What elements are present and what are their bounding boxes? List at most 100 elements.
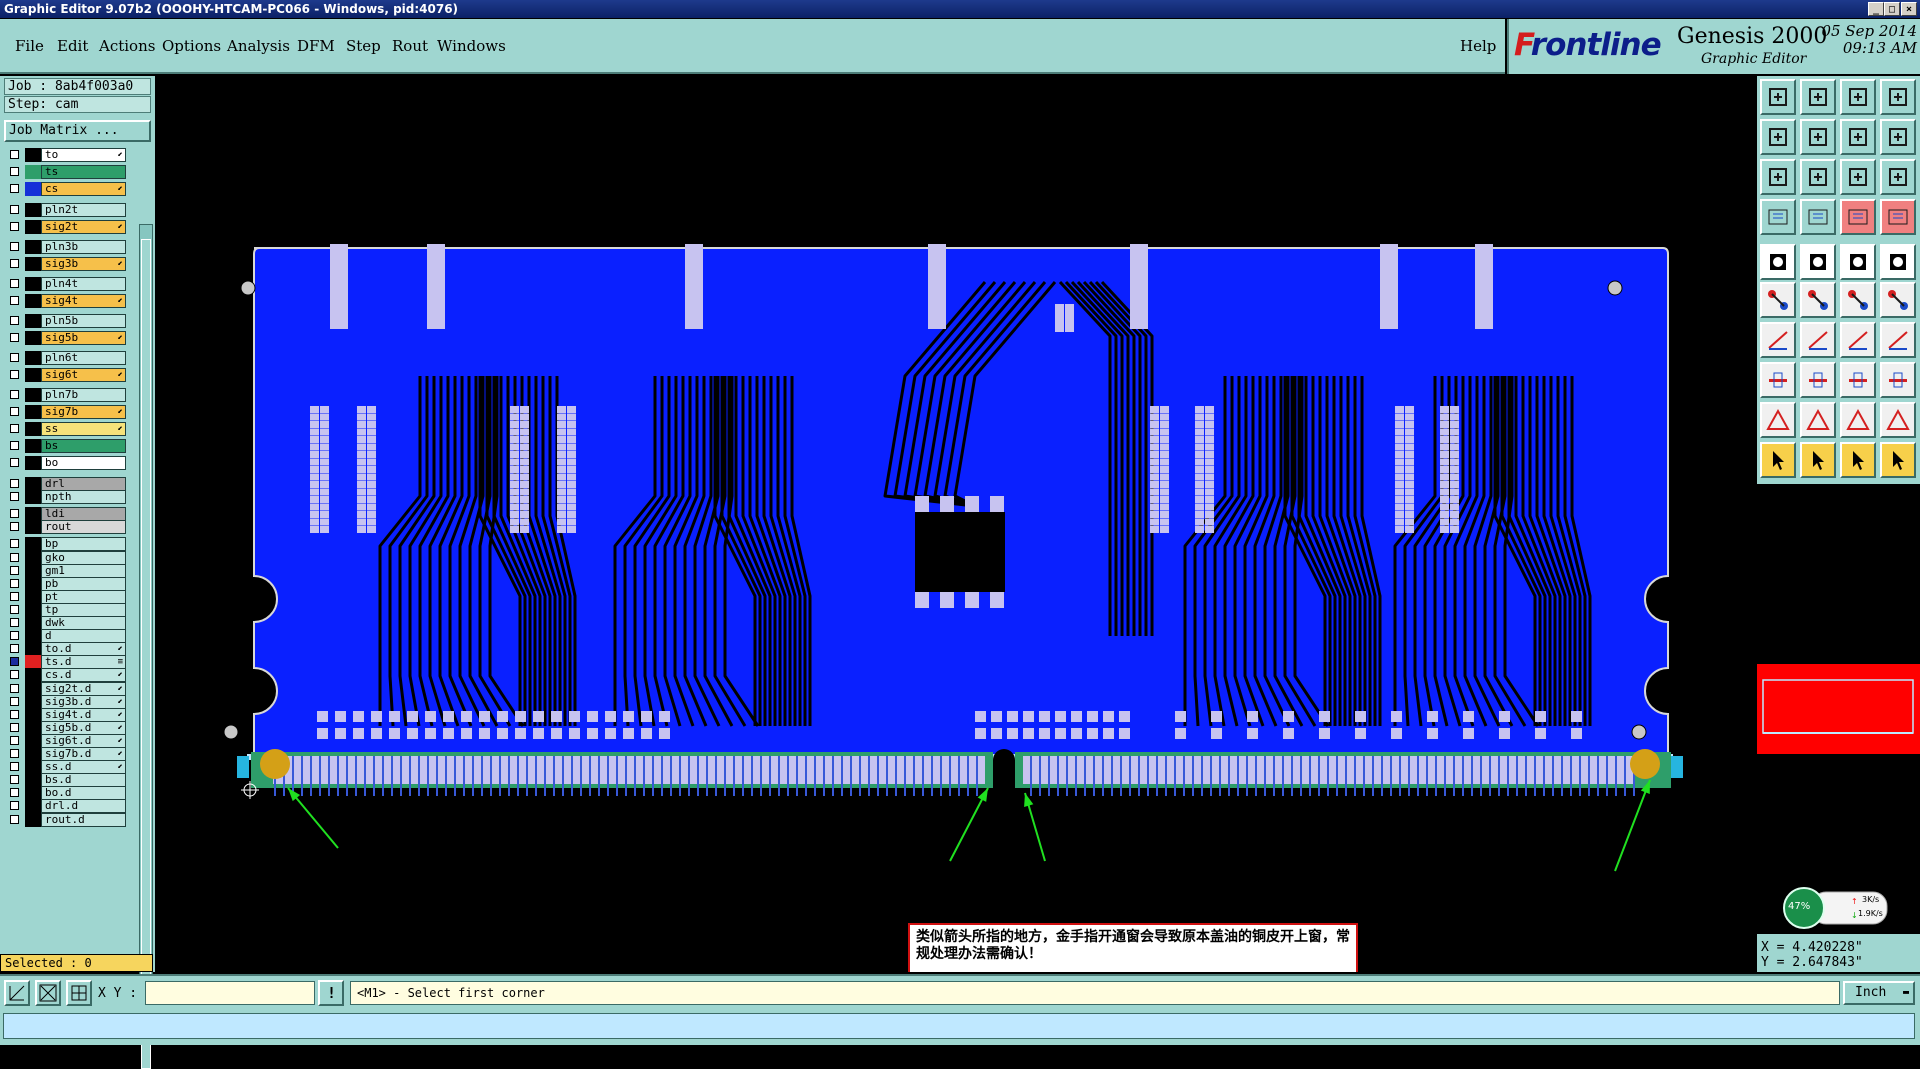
layer-color-swatch[interactable] — [25, 812, 41, 827]
layer-row[interactable]: bp — [4, 537, 128, 552]
zoom-home-button[interactable] — [1800, 159, 1836, 195]
layer-name[interactable]: drl.d — [41, 799, 126, 814]
layer-checkbox[interactable] — [10, 683, 19, 693]
minus-button[interactable] — [1800, 362, 1836, 398]
layer-name[interactable]: d — [41, 629, 126, 644]
layer-color-swatch[interactable] — [25, 422, 41, 436]
layer-split-button[interactable] — [1880, 199, 1916, 235]
mirror-button[interactable] — [1880, 322, 1916, 358]
layer-name[interactable]: ss.d ⬋ — [41, 760, 126, 775]
layer-checkbox[interactable] — [10, 539, 19, 549]
layer-row[interactable]: ss.d ⬋ — [4, 760, 128, 775]
layer-color-swatch[interactable] — [25, 576, 41, 591]
layer-name[interactable]: sig7b.d ⬋ — [41, 747, 126, 761]
layer-row[interactable]: bo — [4, 456, 128, 470]
layer-name[interactable]: sig6t.d ⬋ — [41, 733, 126, 748]
layer-name[interactable]: pb — [41, 576, 126, 591]
layer-name[interactable]: npth — [41, 490, 126, 505]
layer-checkbox[interactable] — [10, 670, 19, 680]
close-button[interactable]: × — [1901, 2, 1917, 16]
layer-checkbox[interactable] — [10, 390, 19, 399]
layer-checkbox[interactable] — [10, 279, 19, 288]
triangle-outline-button[interactable] — [1880, 402, 1916, 438]
layer-checkbox[interactable] — [10, 735, 19, 745]
layer-name[interactable]: gko — [41, 550, 126, 565]
layer-name[interactable]: cs.d ⬋ — [41, 668, 126, 683]
open-button[interactable] — [1760, 79, 1796, 115]
layer-row[interactable]: ldi — [4, 507, 128, 522]
layer-name[interactable]: to ⬋ — [41, 148, 126, 162]
layer-name[interactable]: sig5b ⬋ — [41, 331, 126, 345]
triangle-button[interactable] — [1760, 402, 1796, 438]
layer-color-swatch[interactable] — [25, 165, 41, 179]
connect-button[interactable] — [1760, 282, 1796, 318]
layer-checkbox[interactable] — [10, 522, 19, 532]
layer-checkbox[interactable] — [10, 259, 19, 268]
snap-button[interactable] — [1760, 199, 1796, 235]
layer-color-swatch[interactable] — [25, 277, 41, 291]
layer-color-swatch[interactable] — [25, 629, 41, 644]
layer-name[interactable]: drl — [41, 477, 126, 491]
layer-color-swatch[interactable] — [25, 456, 41, 470]
layer-color-swatch[interactable] — [25, 694, 41, 709]
layer-row[interactable]: sig4t ⬋ — [4, 294, 128, 308]
pan-right-button[interactable] — [1800, 119, 1836, 155]
layer-row[interactable]: bo.d — [4, 786, 128, 801]
layer-color-swatch[interactable] — [25, 773, 41, 788]
menu-step[interactable]: Step — [346, 37, 381, 55]
fit-button[interactable] — [1840, 362, 1876, 398]
layer-color-swatch[interactable] — [25, 799, 41, 814]
select-button[interactable] — [1760, 442, 1796, 478]
layer-checkbox[interactable] — [10, 788, 19, 798]
layer-checkbox[interactable] — [10, 509, 19, 519]
layer-name[interactable]: pln4t — [41, 277, 126, 291]
zoom-scale-button[interactable] — [1840, 159, 1876, 195]
layer-checkbox[interactable] — [10, 631, 19, 641]
layer-row[interactable]: pln7b — [4, 388, 128, 402]
layer-row[interactable]: to.d ⬋ — [4, 642, 128, 657]
menu-help[interactable]: Help — [1460, 37, 1496, 55]
layer-row[interactable]: sig6t ⬋ — [4, 368, 128, 382]
layer-color-swatch[interactable] — [25, 589, 41, 604]
layer-name[interactable]: bp — [41, 537, 126, 552]
units-selector[interactable]: Inch ▬ — [1843, 981, 1915, 1005]
layer-color-swatch[interactable] — [25, 257, 41, 271]
layer-row[interactable]: pln6t — [4, 351, 128, 365]
menu-windows[interactable]: Windows — [437, 37, 506, 55]
layer-name[interactable]: pln5b — [41, 314, 126, 328]
layer-name[interactable]: dwk — [41, 616, 126, 630]
layer-checkbox[interactable] — [10, 814, 19, 824]
layer-scrollbar[interactable] — [139, 224, 153, 1069]
layer-name[interactable]: tp — [41, 602, 126, 617]
layer-row[interactable]: bs.d — [4, 773, 128, 788]
layer-row[interactable]: pb — [4, 576, 128, 591]
layer-row[interactable]: pln4t — [4, 277, 128, 291]
zoom-fit-button[interactable] — [1760, 159, 1796, 195]
minimize-button[interactable]: _ — [1868, 2, 1884, 16]
layer-row[interactable]: gko — [4, 550, 128, 565]
home-button[interactable] — [1840, 79, 1876, 115]
line-feature-button[interactable] — [1800, 244, 1836, 280]
layer-checkbox[interactable] — [10, 552, 19, 562]
layer-color-swatch[interactable] — [25, 760, 41, 775]
layer-name[interactable]: pln3b — [41, 240, 126, 254]
layer-checkbox[interactable] — [10, 722, 19, 732]
layer-row[interactable]: pln2t — [4, 203, 128, 217]
layer-checkbox[interactable] — [10, 657, 19, 667]
layer-color-swatch[interactable] — [25, 733, 41, 748]
layer-color-swatch[interactable] — [25, 507, 41, 522]
layer-row[interactable]: sig6t.d ⬋ — [4, 733, 128, 748]
layer-color-swatch[interactable] — [25, 368, 41, 382]
layer-checkbox[interactable] — [10, 184, 19, 193]
layer-name[interactable]: rout — [41, 520, 126, 535]
layer-color-swatch[interactable] — [25, 294, 41, 308]
layer-checkbox[interactable] — [10, 749, 19, 758]
layer-color-swatch[interactable] — [25, 707, 41, 722]
layer-name[interactable]: gm1 — [41, 563, 126, 578]
layer-name[interactable]: ldi — [41, 507, 126, 522]
layer-checkbox[interactable] — [10, 333, 19, 342]
layer-color-swatch[interactable] — [25, 331, 41, 345]
layer-checkbox[interactable] — [10, 407, 19, 416]
grid-mode-button[interactable] — [66, 980, 92, 1006]
layer-color-swatch[interactable] — [25, 550, 41, 565]
